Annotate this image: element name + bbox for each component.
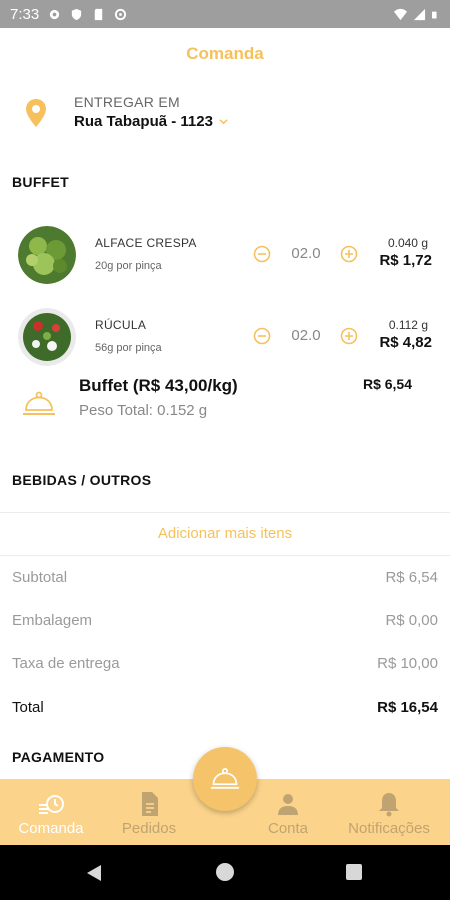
page-title: Comanda: [186, 44, 264, 63]
item-quantity: 02.0: [291, 245, 321, 262]
subtotal-value: R$ 6,54: [385, 569, 438, 586]
shield-icon: [72, 8, 82, 20]
order-clock-icon: [39, 795, 64, 814]
item-weight: 0.112 g: [388, 318, 428, 332]
add-more-items-button[interactable]: Adicionar mais itens: [0, 525, 450, 542]
delivery-fee-row: Taxa de entrega R$ 10,00: [0, 655, 450, 679]
document-icon: [142, 792, 158, 816]
buffet-summary: Buffet (R$ 43,00/kg) Peso Total: 0.152 g…: [0, 374, 450, 424]
total-row: Total R$ 16,54: [0, 699, 450, 723]
subtotal-row: Subtotal R$ 6,54: [0, 569, 450, 593]
tab-label: Pedidos: [121, 820, 177, 837]
divider: [0, 555, 450, 556]
delivery-address-selector[interactable]: ENTREGAR EM Rua Tabapuã - 1123: [24, 94, 228, 130]
decrease-quantity-button[interactable]: [253, 327, 271, 345]
person-icon: [278, 794, 298, 815]
drinks-section-title: BEBIDAS / OUTROS: [12, 472, 152, 488]
buffet-summary-name: Buffet (R$ 43,00/kg): [79, 376, 238, 395]
tab-label: Comanda: [18, 820, 84, 837]
tab-conta[interactable]: Conta: [258, 779, 318, 845]
packaging-label: Embalagem: [12, 612, 93, 629]
item-portion: 56g por pinça: [95, 342, 162, 354]
item-name: ALFACE CRESPA: [95, 236, 197, 250]
back-icon[interactable]: [86, 864, 102, 882]
delivery-label: ENTREGAR EM: [74, 94, 180, 110]
data-saver-icon: [115, 8, 127, 20]
sd-card-icon: [94, 8, 103, 20]
buffet-total-weight: Peso Total: 0.152 g: [79, 402, 208, 419]
cell-signal-icon: [413, 8, 426, 20]
subtotal-label: Subtotal: [12, 569, 68, 586]
increase-quantity-button[interactable]: [340, 245, 358, 263]
cloche-icon: [23, 391, 55, 415]
decrease-quantity-button[interactable]: [253, 245, 271, 263]
location-pin-icon: [26, 99, 46, 127]
delivery-address-text: Rua Tabapuã - 1123: [74, 113, 213, 130]
tab-notificacoes[interactable]: Notificações: [340, 779, 438, 845]
buffet-section-title: BUFFET: [12, 174, 70, 190]
delivery-fee-label: Taxa de entrega: [12, 655, 120, 672]
bell-icon: [379, 793, 399, 817]
item-price: R$ 4,82: [379, 334, 432, 351]
divider: [0, 512, 450, 513]
item-price: R$ 1,72: [379, 252, 432, 269]
arugula-photo: [18, 308, 76, 366]
cloche-icon: [210, 767, 240, 789]
delivery-fee-value: R$ 10,00: [377, 655, 438, 672]
tab-pedidos[interactable]: Pedidos: [114, 779, 184, 845]
packaging-row: Embalagem R$ 0,00: [0, 612, 450, 636]
cart-fab-button[interactable]: [193, 747, 257, 811]
packaging-value: R$ 0,00: [385, 612, 438, 629]
delivery-address: Rua Tabapuã - 1123: [74, 113, 228, 130]
buffet-total-price: R$ 6,54: [362, 376, 412, 392]
increase-quantity-button[interactable]: [340, 327, 358, 345]
item-quantity: 02.0: [291, 327, 321, 344]
chevron-down-icon: [219, 119, 228, 125]
lettuce-photo: [18, 226, 76, 284]
item-portion: 20g por pinça: [95, 260, 162, 272]
total-label: Total: [12, 699, 44, 716]
tab-comanda[interactable]: Comanda: [12, 779, 90, 845]
item-name: RÚCULA: [95, 318, 147, 332]
list-item: RÚCULA 56g por pinça 02.0 0.112 g R$ 4,8…: [0, 308, 450, 378]
list-item: ALFACE CRESPA 20g por pinça 02.0 0.040 g…: [0, 226, 450, 296]
status-time: 7:33: [10, 5, 40, 23]
item-weight: 0.040 g: [387, 236, 428, 250]
tab-label: Conta: [267, 820, 309, 837]
system-navigation-bar: [0, 845, 450, 900]
tab-label: Notificações: [348, 820, 430, 837]
home-icon[interactable]: [216, 863, 234, 881]
recent-apps-icon[interactable]: [346, 864, 362, 880]
settings-gear-icon: [50, 9, 60, 19]
battery-icon: [432, 11, 437, 18]
payment-section-title: PAGAMENTO: [12, 749, 105, 765]
status-bar: 7:33: [0, 0, 450, 28]
wifi-icon: [394, 8, 407, 20]
total-value: R$ 16,54: [377, 699, 438, 716]
